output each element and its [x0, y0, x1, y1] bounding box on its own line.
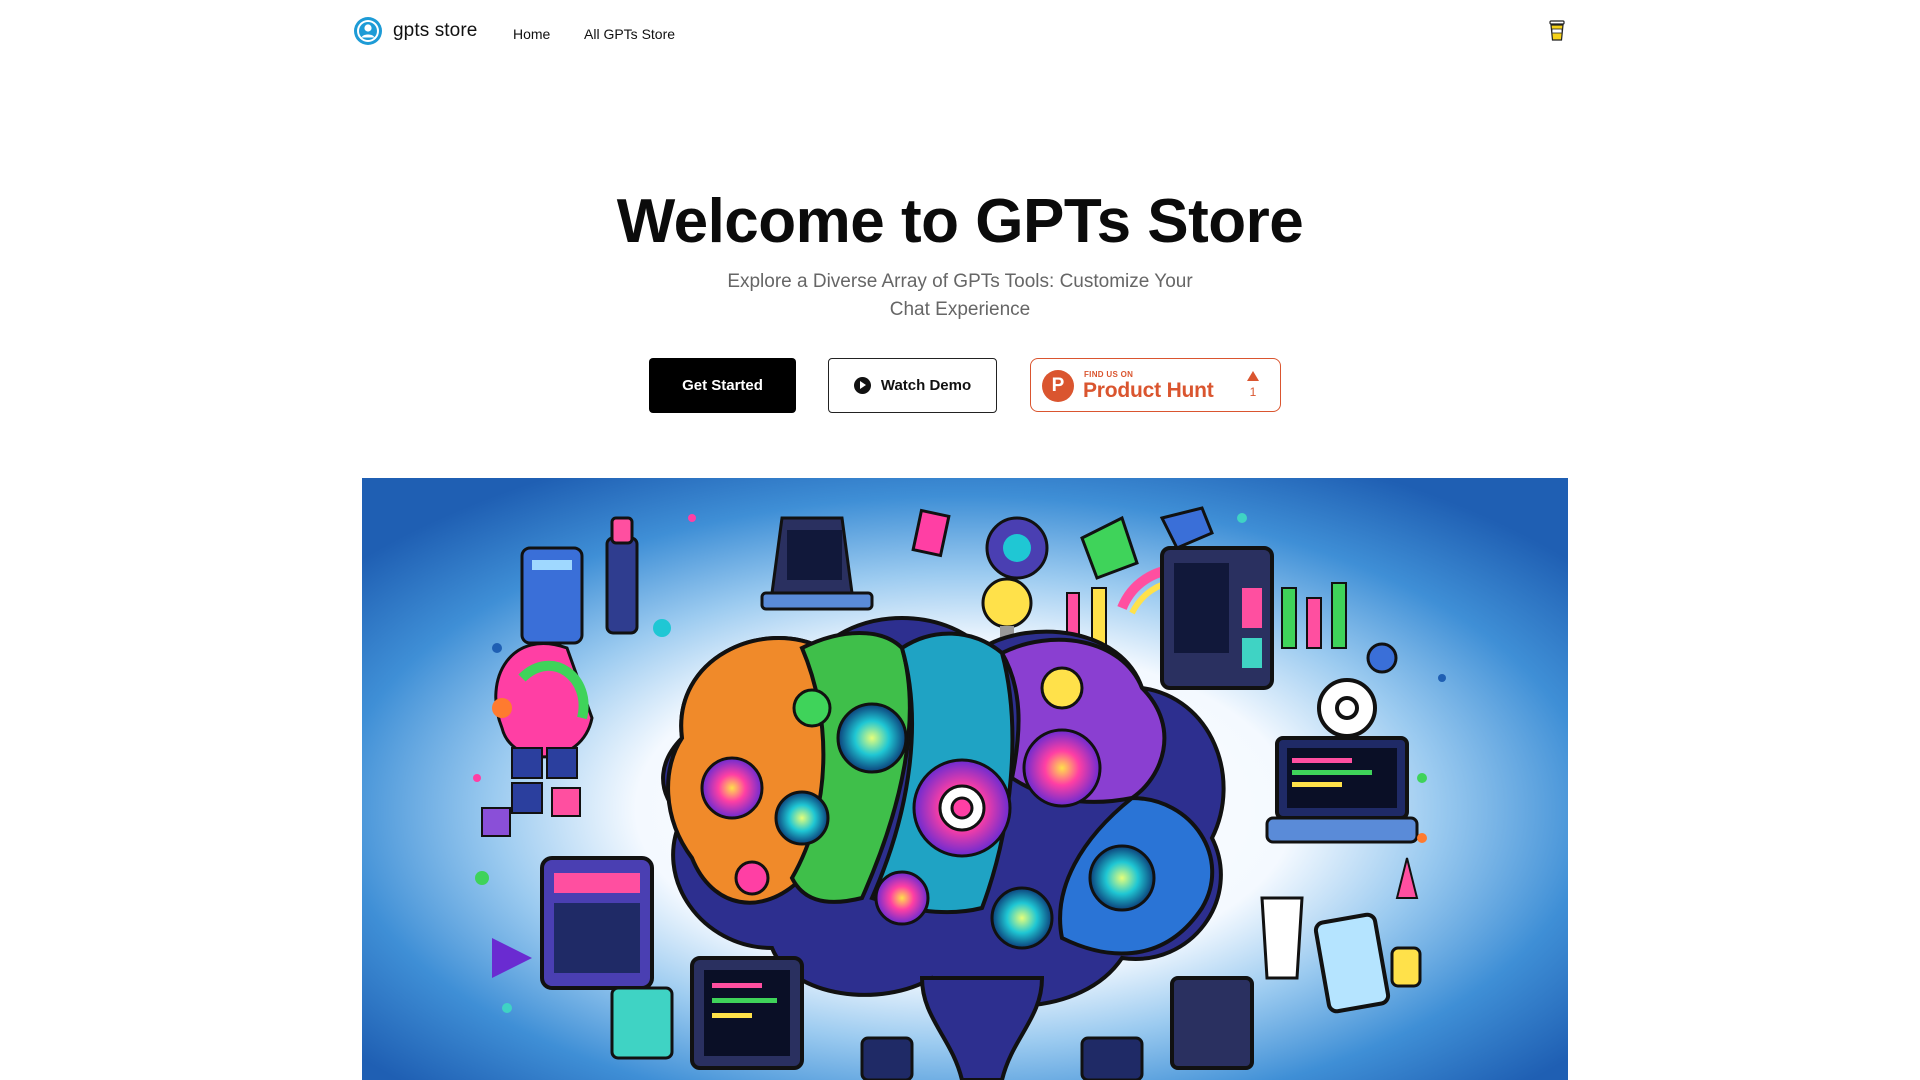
get-started-button[interactable]: Get Started	[649, 358, 796, 413]
nav-link-home[interactable]: Home	[513, 26, 550, 42]
hero-subtitle: Explore a Diverse Array of GPTs Tools: C…	[727, 271, 1193, 320]
upvote-count: 1	[1249, 385, 1257, 399]
coffee-cup-icon[interactable]	[1548, 20, 1566, 42]
hero-illustration	[362, 478, 1568, 1080]
nav-link-all-gpts-store[interactable]: All GPTs Store	[584, 26, 675, 42]
page-title: Welcome to GPTs Store	[616, 187, 1304, 256]
product-hunt-badge[interactable]: P FIND US ON Product Hunt 1	[1030, 358, 1281, 412]
ai-brain-illustration	[362, 478, 1568, 1080]
play-icon	[853, 377, 871, 394]
site-header: gpts store Home All GPTs Store	[0, 0, 1920, 66]
upvote-arrow-icon	[1247, 371, 1259, 381]
get-started-label: Get Started	[682, 377, 763, 394]
product-hunt-logo-icon: P	[1042, 370, 1074, 402]
product-hunt-label: Product Hunt	[1083, 379, 1214, 402]
watch-demo-label: Watch Demo	[880, 377, 972, 394]
brand-name: gpts store	[393, 20, 478, 41]
watch-demo-button[interactable]: Watch Demo	[828, 358, 997, 413]
brand-logo-link[interactable]: gpts store	[353, 16, 477, 46]
product-hunt-find-us-label: FIND US ON	[1084, 370, 1134, 379]
person-circle-icon	[354, 17, 382, 45]
